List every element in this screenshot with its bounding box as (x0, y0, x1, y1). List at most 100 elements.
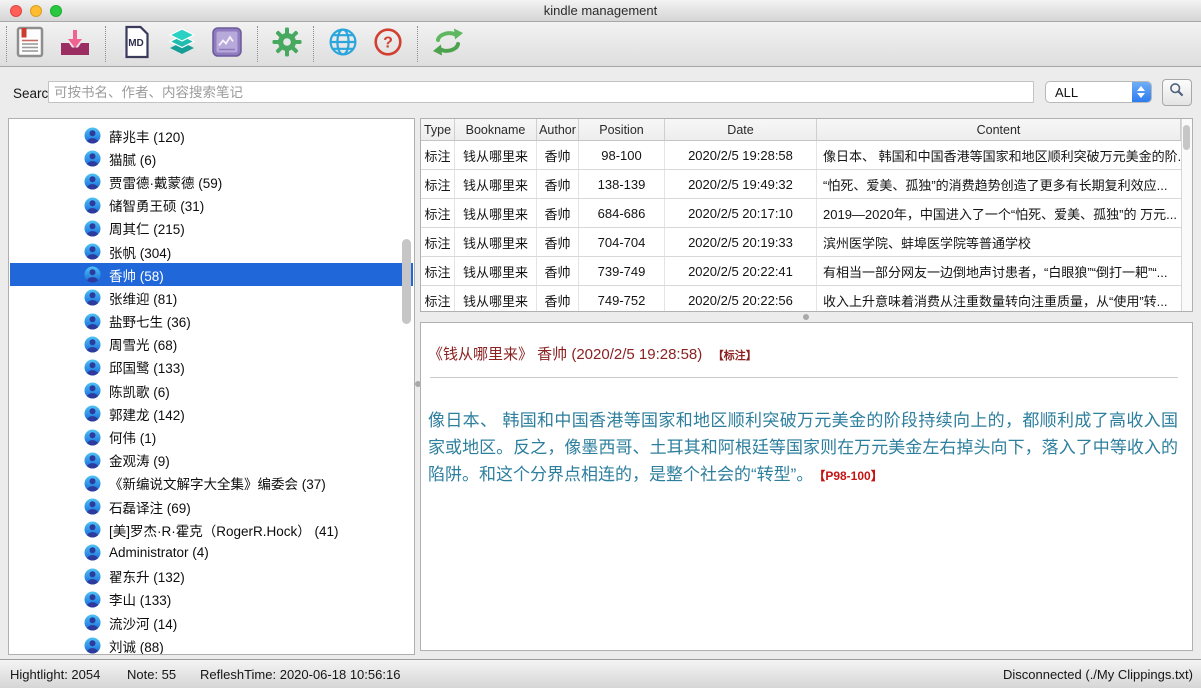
table-cell: 钱从哪里来 (455, 141, 537, 169)
table-row[interactable]: 标注钱从哪里来香帅684-6862020/2/5 20:17:102019—20… (421, 199, 1181, 228)
table-cell: 钱从哪里来 (455, 170, 537, 198)
author-item[interactable]: [美]罗杰·R·霍克（RogerR.Hock） (41) (10, 518, 413, 541)
settings-button[interactable] (264, 23, 309, 65)
author-person-icon (84, 498, 101, 515)
author-item[interactable]: 刘诚 (88) (10, 634, 413, 655)
svg-text:?: ? (383, 34, 393, 51)
maximize-button[interactable] (50, 5, 62, 17)
author-item[interactable]: 薛兆丰 (120) (10, 124, 413, 147)
table-row[interactable]: 标注钱从哪里来香帅704-7042020/2/5 20:19:33滨州医学院、蚌… (421, 228, 1181, 257)
table-cell: 704-704 (579, 228, 665, 256)
column-header-position[interactable]: Position (579, 119, 665, 140)
author-item[interactable]: 《新编说文解字大全集》编委会 (37) (10, 472, 413, 495)
statistics-icon (212, 27, 242, 62)
author-person-icon (84, 150, 101, 167)
column-header-author[interactable]: Author (537, 119, 579, 140)
toolbar-separator (105, 26, 106, 62)
author-item[interactable]: 张维迎 (81) (10, 286, 413, 309)
table-cell: 标注 (421, 257, 455, 285)
author-item[interactable]: 郭建龙 (142) (10, 402, 413, 425)
author-person-icon (84, 289, 101, 306)
author-label: 香帅 (58) (109, 265, 164, 285)
author-item[interactable]: 何伟 (1) (10, 425, 413, 448)
table-scrollbar-track[interactable] (1181, 119, 1192, 311)
table-scrollbar-thumb[interactable] (1183, 125, 1190, 150)
table-row[interactable]: 标注钱从哪里来香帅98-1002020/2/5 19:28:58像日本、 韩国和… (421, 141, 1181, 170)
import-clippings-icon (59, 27, 91, 62)
notes-button[interactable] (7, 23, 52, 65)
column-header-date[interactable]: Date (665, 119, 817, 140)
column-header-bookname[interactable]: Bookname (455, 119, 537, 140)
author-person-icon (84, 452, 101, 469)
author-person-icon (84, 359, 101, 376)
author-tree-panel: 薛兆丰 (120)猫腻 (6) 贾雷德·戴蒙德 (59)储智勇王硕 (31)周其仁… (8, 118, 415, 655)
import-clippings-button[interactable] (52, 23, 97, 65)
author-item[interactable]: Administrator (4) (10, 541, 413, 564)
column-header-content[interactable]: Content (817, 119, 1181, 140)
author-item[interactable]: 李山 (133) (10, 588, 413, 611)
author-label: 周其仁 (215) (109, 218, 185, 238)
author-label: 贾雷德·戴蒙德 (59) (109, 172, 222, 192)
author-tree: 薛兆丰 (120)猫腻 (6) 贾雷德·戴蒙德 (59)储智勇王硕 (31)周其仁… (10, 120, 413, 653)
author-item[interactable]: 周其仁 (215) (10, 217, 413, 240)
author-item[interactable]: 周雪光 (68) (10, 333, 413, 356)
search-button[interactable] (1162, 79, 1192, 106)
author-person-icon (84, 220, 101, 237)
table-cell: 标注 (421, 170, 455, 198)
search-input[interactable] (48, 81, 1034, 103)
author-label: 刘诚 (88) (109, 636, 164, 655)
close-button[interactable] (10, 5, 22, 17)
author-person-icon (84, 173, 101, 190)
author-person-icon (84, 475, 101, 492)
author-label: 陈凯歌 (6) (109, 381, 170, 401)
author-item[interactable]: 翟东升 (132) (10, 565, 413, 588)
minimize-button[interactable] (30, 5, 42, 17)
author-label: 猫腻 (6) (109, 149, 156, 169)
author-item[interactable]: 张帆 (304) (10, 240, 413, 263)
author-item[interactable]: 香帅 (58) (10, 263, 413, 286)
filter-dropdown[interactable]: ALL (1045, 81, 1152, 103)
author-item[interactable]: 金观涛 (9) (10, 449, 413, 472)
author-item[interactable]: 盐野七生 (36) (10, 310, 413, 333)
author-item[interactable]: 陈凯歌 (6) (10, 379, 413, 402)
table-cell: 739-749 (579, 257, 665, 285)
layers-button[interactable] (159, 23, 204, 65)
refresh-button[interactable] (424, 23, 472, 65)
author-person-icon (84, 382, 101, 399)
horizontal-splitter-handle[interactable] (803, 314, 809, 320)
author-item[interactable]: 流沙河 (14) (10, 611, 413, 634)
refresh-time: RefleshTime: 2020-06-18 10:56:16 (200, 667, 400, 682)
author-label: 《新编说文解字大全集》编委会 (37) (109, 473, 326, 493)
table-row[interactable]: 标注钱从哪里来香帅138-1392020/2/5 19:49:32“怕死、爱美、… (421, 170, 1181, 199)
table-row[interactable]: 标注钱从哪里来香帅749-7522020/2/5 20:22:56收入上升意味着… (421, 286, 1181, 312)
dropdown-stepper-icon (1132, 82, 1151, 102)
table-cell: 香帅 (537, 170, 579, 198)
statistics-button[interactable] (204, 23, 249, 65)
author-item[interactable]: 猫腻 (6) (10, 147, 413, 170)
table-row[interactable]: 标注钱从哪里来香帅739-7492020/2/5 20:22:41有相当一部分网… (421, 257, 1181, 286)
author-item[interactable]: 石磊译注 (69) (10, 495, 413, 518)
author-item[interactable]: 储智勇王硕 (31) (10, 194, 413, 217)
author-item[interactable]: 邱国鹭 (133) (10, 356, 413, 379)
table-cell: 标注 (421, 228, 455, 256)
language-button[interactable] (320, 23, 365, 65)
markdown-export-button[interactable]: MD (114, 23, 159, 65)
author-item[interactable]: 贾雷德·戴蒙德 (59) (10, 170, 413, 193)
note-detail-title: 《钱从哪里来》 香帅 (2020/2/5 19:28:58) (428, 346, 702, 363)
table-cell: 香帅 (537, 286, 579, 312)
table-cell: 钱从哪里来 (455, 257, 537, 285)
table-cell: 钱从哪里来 (455, 199, 537, 227)
sidebar-scrollbar-thumb[interactable] (402, 239, 411, 324)
help-button[interactable]: ? (365, 23, 410, 65)
table-cell: 2020/2/5 20:19:33 (665, 228, 817, 256)
table-cell: 2019—2020年，中国进入了一个“怕死、爱美、孤独”的 万元... (817, 199, 1181, 227)
table-cell: 香帅 (537, 228, 579, 256)
globe-language-icon (328, 27, 358, 62)
author-label: 何伟 (1) (109, 427, 156, 447)
table-cell: “怕死、爱美、孤独”的消费趋势创造了更多有长期复利效应... (817, 170, 1181, 198)
author-person-icon (84, 568, 101, 585)
note-text: 像日本、 韩国和中国香港等国家和地区顺利突破万元美金的阶段持续向上的，都顺利成了… (428, 411, 1178, 484)
toolbar-separator (313, 26, 314, 62)
column-header-type[interactable]: Type (421, 119, 455, 140)
author-person-icon (84, 429, 101, 446)
